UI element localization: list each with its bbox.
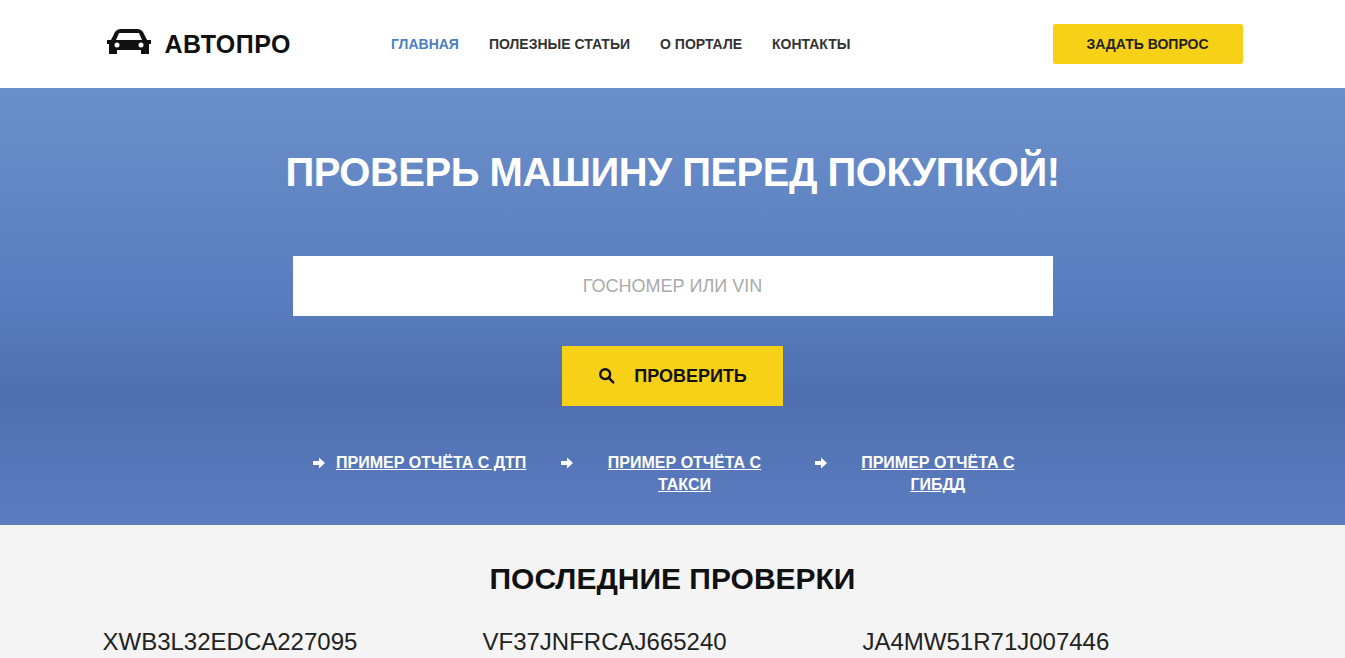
example-report-link[interactable]: ПРИМЕР ОТЧЁТА С ГИБДД xyxy=(814,452,1038,496)
ask-question-button[interactable]: ЗАДАТЬ ВОПРОС xyxy=(1053,24,1243,64)
nav-item[interactable]: ПОЛЕЗНЫЕ СТАТЬИ xyxy=(489,36,630,52)
vin-item[interactable]: JA4MW51R71J007446 xyxy=(863,627,1243,657)
logo[interactable]: АВТОПРО xyxy=(105,28,292,60)
recent-title: ПОСЛЕДНИЕ ПРОВЕРКИ xyxy=(0,561,1345,597)
arrow-right-icon xyxy=(312,456,326,470)
nav-item[interactable]: КОНТАКТЫ xyxy=(772,36,850,52)
search-icon xyxy=(598,367,616,385)
vin-item[interactable]: XWB3L32EDCA227095 xyxy=(103,627,483,657)
arrow-right-icon xyxy=(814,456,828,470)
check-button[interactable]: ПРОВЕРИТЬ xyxy=(562,346,783,406)
vin-item[interactable]: VF37JNFRCAJ665240 xyxy=(483,627,863,657)
arrow-right-icon xyxy=(560,456,574,470)
hero-title: ПРОВЕРЬ МАШИНУ ПЕРЕД ПОКУПКОЙ! xyxy=(285,148,1059,196)
hero-photo: ПРОВЕРЬ МАШИНУ ПЕРЕД ПОКУПКОЙ! ПРОВЕРИТЬ… xyxy=(0,88,1345,525)
logo-text: АВТОПРО xyxy=(165,30,292,59)
page: АВТОПРО ГЛАВНАЯ ПОЛЕЗНЫЕ СТАТЬИ О ПОРТАЛЕ К… xyxy=(0,0,1345,658)
example-report-link[interactable]: ПРИМЕР ОТЧЁТА С ДТП xyxy=(312,452,526,496)
nav-item[interactable]: О ПОРТАЛЕ xyxy=(660,36,742,52)
example-links: ПРИМЕР ОТЧЁТА С ДТП ПРИМЕР ОТЧЁТА С ТАКС… xyxy=(293,452,1053,496)
search-input[interactable] xyxy=(293,256,1053,316)
header: АВТОПРО ГЛАВНАЯ ПОЛЕЗНЫЕ СТАТЬИ О ПОРТАЛЕ К… xyxy=(0,0,1345,88)
nav-item[interactable]: ГЛАВНАЯ xyxy=(391,36,459,52)
recent-checks: ПОСЛЕДНИЕ ПРОВЕРКИ XWB3L32EDCA227095VF37… xyxy=(0,525,1345,658)
car-icon xyxy=(105,28,153,60)
main-nav: ГЛАВНАЯ ПОЛЕЗНЫЕ СТАТЬИ О ПОРТАЛЕ КОНТАКТЫ xyxy=(391,36,851,52)
example-report-link[interactable]: ПРИМЕР ОТЧЁТА С ТАКСИ xyxy=(560,452,784,496)
